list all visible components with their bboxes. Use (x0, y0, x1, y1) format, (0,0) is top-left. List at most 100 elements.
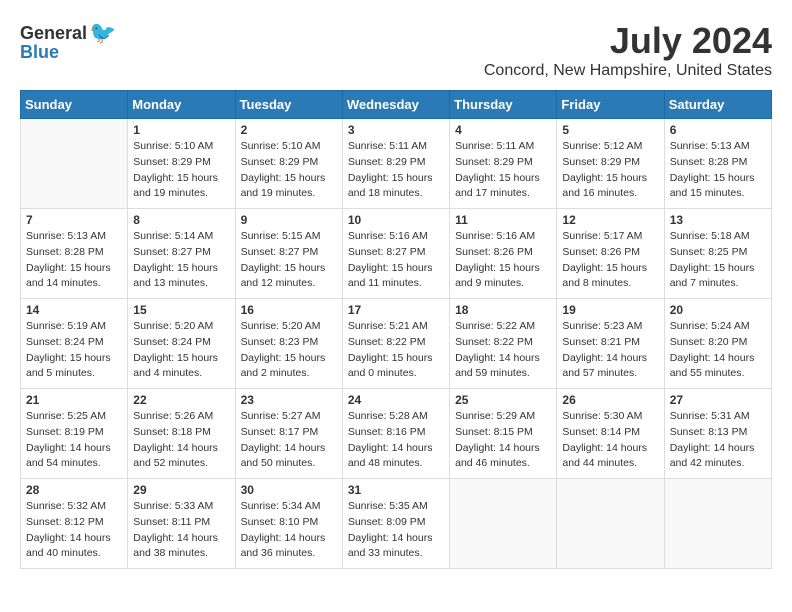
title-section: July 2024 Concord, New Hampshire, United… (484, 20, 772, 80)
day-number: 4 (455, 123, 551, 137)
day-number: 6 (670, 123, 766, 137)
month-title: July 2024 (484, 20, 772, 62)
day-number: 20 (670, 303, 766, 317)
day-number: 28 (26, 483, 122, 497)
calendar-cell: 11 Sunrise: 5:16 AMSunset: 8:26 PMDayligh… (450, 209, 557, 299)
day-number: 15 (133, 303, 229, 317)
day-number: 23 (241, 393, 337, 407)
calendar-cell: 20 Sunrise: 5:24 AMSunset: 8:20 PMDayligh… (664, 299, 771, 389)
day-number: 26 (562, 393, 658, 407)
calendar-cell: 5 Sunrise: 5:12 AMSunset: 8:29 PMDaylight… (557, 119, 664, 209)
day-number: 14 (26, 303, 122, 317)
day-info: Sunrise: 5:26 AMSunset: 8:18 PMDaylight:… (133, 409, 229, 472)
calendar-cell: 1Sunrise: 5:10 AMSunset: 8:29 PMDaylight… (128, 119, 235, 209)
day-info: Sunrise: 5:19 AMSunset: 8:24 PMDaylight:… (26, 319, 122, 382)
day-number: 5 (562, 123, 658, 137)
day-number: 16 (241, 303, 337, 317)
logo: General 🐦 Blue (20, 20, 116, 63)
day-info: Sunrise: 5:15 AMSunset: 8:27 PMDaylight:… (241, 229, 337, 292)
calendar-header-friday: Friday (557, 91, 664, 119)
day-info: Sunrise: 5:22 AMSunset: 8:22 PMDaylight:… (455, 319, 551, 382)
calendar-cell: 30 Sunrise: 5:34 AMSunset: 8:10 PMDayligh… (235, 479, 342, 569)
day-info: Sunrise: 5:29 AMSunset: 8:15 PMDaylight:… (455, 409, 551, 472)
calendar-cell: 12 Sunrise: 5:17 AMSunset: 8:26 PMDayligh… (557, 209, 664, 299)
calendar-cell: 21Sunrise: 5:25 AMSunset: 8:19 PMDayligh… (21, 389, 128, 479)
day-number: 3 (348, 123, 444, 137)
calendar-cell (664, 479, 771, 569)
calendar-header-row: SundayMondayTuesdayWednesdayThursdayFrid… (21, 91, 772, 119)
calendar-cell: 14 Sunrise: 5:19 AMSunset: 8:24 PMDayligh… (21, 299, 128, 389)
day-info: Sunrise: 5:31 AMSunset: 8:13 PMDaylight:… (670, 409, 766, 472)
day-number: 29 (133, 483, 229, 497)
calendar-cell: 26 Sunrise: 5:30 AMSunset: 8:14 PMDayligh… (557, 389, 664, 479)
day-info: Sunrise: 5:14 AMSunset: 8:27 PMDaylight:… (133, 229, 229, 292)
day-info: Sunrise: 5:34 AMSunset: 8:10 PMDaylight:… (241, 499, 337, 562)
day-number: 12 (562, 213, 658, 227)
calendar-week-2: 7 Sunrise: 5:13 AMSunset: 8:28 PMDaylight… (21, 209, 772, 299)
calendar-cell: 16 Sunrise: 5:20 AMSunset: 8:23 PMDayligh… (235, 299, 342, 389)
day-info: Sunrise: 5:13 AMSunset: 8:28 PMDaylight:… (26, 229, 122, 292)
calendar-week-4: 21Sunrise: 5:25 AMSunset: 8:19 PMDayligh… (21, 389, 772, 479)
day-info: Sunrise: 5:10 AMSunset: 8:29 PMDaylight:… (241, 139, 337, 202)
day-info: Sunrise: 5:20 AMSunset: 8:23 PMDaylight:… (241, 319, 337, 382)
calendar-cell: 8 Sunrise: 5:14 AMSunset: 8:27 PMDaylight… (128, 209, 235, 299)
day-number: 11 (455, 213, 551, 227)
calendar-header-wednesday: Wednesday (342, 91, 449, 119)
day-number: 27 (670, 393, 766, 407)
day-info: Sunrise: 5:32 AMSunset: 8:12 PMDaylight:… (26, 499, 122, 562)
calendar-cell: 4Sunrise: 5:11 AMSunset: 8:29 PMDaylight… (450, 119, 557, 209)
day-info: Sunrise: 5:25 AMSunset: 8:19 PMDaylight:… (26, 409, 122, 472)
day-info: Sunrise: 5:16 AMSunset: 8:27 PMDaylight:… (348, 229, 444, 292)
day-number: 30 (241, 483, 337, 497)
calendar-cell: 22Sunrise: 5:26 AMSunset: 8:18 PMDayligh… (128, 389, 235, 479)
day-info: Sunrise: 5:10 AMSunset: 8:29 PMDaylight:… (133, 139, 229, 202)
calendar-week-5: 28 Sunrise: 5:32 AMSunset: 8:12 PMDayligh… (21, 479, 772, 569)
day-number: 10 (348, 213, 444, 227)
calendar-cell: 24 Sunrise: 5:28 AMSunset: 8:16 PMDayligh… (342, 389, 449, 479)
calendar: SundayMondayTuesdayWednesdayThursdayFrid… (20, 90, 772, 569)
calendar-header-saturday: Saturday (664, 91, 771, 119)
calendar-cell: 9 Sunrise: 5:15 AMSunset: 8:27 PMDaylight… (235, 209, 342, 299)
calendar-week-3: 14 Sunrise: 5:19 AMSunset: 8:24 PMDayligh… (21, 299, 772, 389)
day-info: Sunrise: 5:33 AMSunset: 8:11 PMDaylight:… (133, 499, 229, 562)
day-number: 7 (26, 213, 122, 227)
location-title: Concord, New Hampshire, United States (484, 62, 772, 80)
calendar-cell: 3 Sunrise: 5:11 AMSunset: 8:29 PMDaylight… (342, 119, 449, 209)
day-info: Sunrise: 5:17 AMSunset: 8:26 PMDaylight:… (562, 229, 658, 292)
day-number: 18 (455, 303, 551, 317)
day-number: 9 (241, 213, 337, 227)
calendar-cell (450, 479, 557, 569)
day-number: 24 (348, 393, 444, 407)
calendar-header-tuesday: Tuesday (235, 91, 342, 119)
logo-bird-icon: 🐦 (89, 20, 116, 46)
day-info: Sunrise: 5:16 AMSunset: 8:26 PMDaylight:… (455, 229, 551, 292)
day-info: Sunrise: 5:30 AMSunset: 8:14 PMDaylight:… (562, 409, 658, 472)
calendar-cell: 15Sunrise: 5:20 AMSunset: 8:24 PMDayligh… (128, 299, 235, 389)
calendar-cell (557, 479, 664, 569)
header: General 🐦 Blue July 2024 Concord, New Ha… (20, 20, 772, 80)
calendar-cell: 27 Sunrise: 5:31 AMSunset: 8:13 PMDayligh… (664, 389, 771, 479)
calendar-week-1: 1Sunrise: 5:10 AMSunset: 8:29 PMDaylight… (21, 119, 772, 209)
day-number: 8 (133, 213, 229, 227)
day-info: Sunrise: 5:23 AMSunset: 8:21 PMDaylight:… (562, 319, 658, 382)
calendar-cell: 13Sunrise: 5:18 AMSunset: 8:25 PMDayligh… (664, 209, 771, 299)
calendar-cell: 10 Sunrise: 5:16 AMSunset: 8:27 PMDayligh… (342, 209, 449, 299)
day-info: Sunrise: 5:11 AMSunset: 8:29 PMDaylight:… (348, 139, 444, 202)
day-info: Sunrise: 5:18 AMSunset: 8:25 PMDaylight:… (670, 229, 766, 292)
day-number: 19 (562, 303, 658, 317)
day-number: 2 (241, 123, 337, 137)
day-info: Sunrise: 5:35 AMSunset: 8:09 PMDaylight:… (348, 499, 444, 562)
calendar-cell: 28 Sunrise: 5:32 AMSunset: 8:12 PMDayligh… (21, 479, 128, 569)
day-number: 25 (455, 393, 551, 407)
day-info: Sunrise: 5:21 AMSunset: 8:22 PMDaylight:… (348, 319, 444, 382)
day-number: 17 (348, 303, 444, 317)
day-info: Sunrise: 5:12 AMSunset: 8:29 PMDaylight:… (562, 139, 658, 202)
calendar-cell: 7 Sunrise: 5:13 AMSunset: 8:28 PMDaylight… (21, 209, 128, 299)
calendar-cell: 25 Sunrise: 5:29 AMSunset: 8:15 PMDayligh… (450, 389, 557, 479)
day-number: 31 (348, 483, 444, 497)
calendar-cell: 29 Sunrise: 5:33 AMSunset: 8:11 PMDayligh… (128, 479, 235, 569)
logo-text-general: General (20, 23, 87, 44)
day-info: Sunrise: 5:24 AMSunset: 8:20 PMDaylight:… (670, 319, 766, 382)
day-info: Sunrise: 5:28 AMSunset: 8:16 PMDaylight:… (348, 409, 444, 472)
calendar-cell: 23Sunrise: 5:27 AMSunset: 8:17 PMDayligh… (235, 389, 342, 479)
